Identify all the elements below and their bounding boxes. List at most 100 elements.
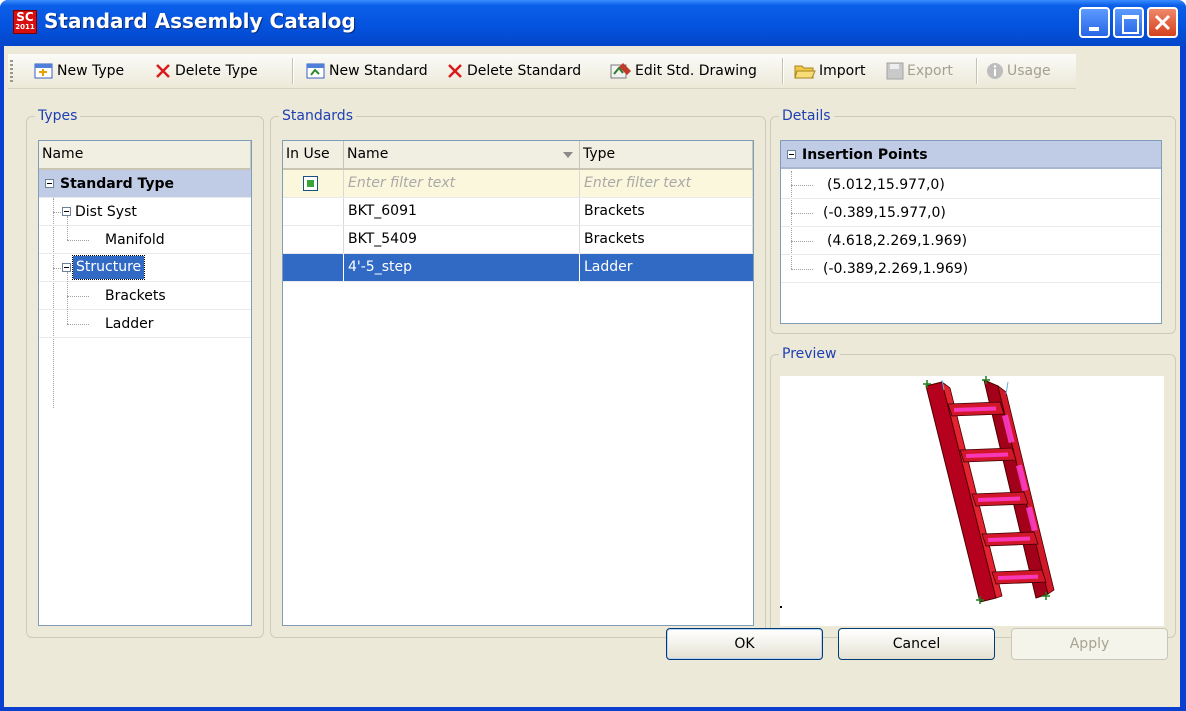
- new-type-label: New Type: [57, 63, 125, 79]
- preview-canvas[interactable]: [780, 376, 1164, 626]
- name-cell: BKT_6091: [344, 198, 580, 225]
- in-use-cell[interactable]: [283, 226, 344, 253]
- usage-button[interactable]: Usage: [986, 59, 1051, 83]
- filter-name-input[interactable]: Enter filter text: [344, 170, 580, 197]
- types-name-column[interactable]: Name: [39, 141, 251, 168]
- new-standard-label: New Standard: [329, 63, 428, 79]
- collapse-icon[interactable]: [787, 149, 796, 159]
- app-icon-text: SC: [16, 10, 34, 24]
- toolbar-grip[interactable]: [10, 60, 13, 82]
- import-label: Import: [819, 63, 866, 79]
- tree-item-manifold[interactable]: Manifold: [39, 216, 251, 254]
- filter-in-use-cell[interactable]: [283, 170, 344, 197]
- delete-icon: [448, 64, 462, 78]
- tree-item-label: Manifold: [105, 232, 165, 248]
- collapse-icon[interactable]: [45, 178, 54, 188]
- ladder-preview-image: [780, 376, 1055, 608]
- table-row-selected[interactable]: 4'-5_step Ladder: [283, 254, 753, 282]
- tree-connector: [791, 213, 813, 214]
- tree-root-label: Standard Type: [60, 176, 174, 192]
- section-label: Insertion Points: [802, 147, 928, 163]
- cancel-button[interactable]: Cancel: [838, 628, 995, 660]
- details-group-label: Details: [782, 108, 831, 124]
- filter-checkbox[interactable]: [303, 176, 318, 191]
- close-button[interactable]: [1147, 7, 1178, 38]
- dialog-client: New Type Delete Type New Standard Delete…: [4, 46, 1180, 707]
- tree-connector: [67, 240, 89, 241]
- delete-icon: [156, 64, 170, 78]
- types-tree[interactable]: Name Standard Type Dist Syst Manifold St…: [38, 140, 252, 626]
- new-type-button[interactable]: New Type: [34, 59, 124, 83]
- app-icon-year: 2011: [15, 23, 35, 31]
- tree-item-dist-syst[interactable]: Dist Syst: [39, 198, 251, 226]
- table-row[interactable]: BKT_5409 Brackets: [283, 226, 753, 254]
- maximize-button[interactable]: [1113, 7, 1144, 38]
- tree-item-label: Structure: [71, 255, 146, 280]
- usage-label: Usage: [1007, 63, 1051, 79]
- type-cell: Ladder: [584, 259, 633, 275]
- filter-type-input[interactable]: Enter filter text: [580, 170, 753, 197]
- tree-connector: [791, 185, 813, 186]
- name-cell: BKT_5409: [344, 226, 580, 253]
- name-cell: 4'-5_step: [344, 254, 580, 281]
- name-column-label: Name: [347, 146, 389, 162]
- main-window: SC 2011 Standard Assembly Catalog New Ty…: [0, 0, 1186, 711]
- tree-item-structure[interactable]: Structure: [39, 254, 251, 282]
- in-use-cell[interactable]: [283, 254, 344, 281]
- list-item[interactable]: (-0.389,15.977,0): [781, 199, 1161, 227]
- point-value: (5.012,15.977,0): [827, 177, 945, 193]
- name-column[interactable]: Name: [344, 141, 580, 168]
- tree-item-label: Brackets: [105, 288, 166, 304]
- delete-standard-label: Delete Standard: [467, 63, 582, 79]
- apply-button[interactable]: Apply: [1011, 628, 1168, 660]
- list-item[interactable]: (4.618,2.269,1.969): [781, 227, 1161, 255]
- insertion-points-section[interactable]: Insertion Points: [781, 141, 1161, 169]
- toolbar-separator: [292, 58, 294, 84]
- in-use-cell[interactable]: [283, 198, 344, 225]
- types-group-label: Types: [38, 108, 78, 124]
- delete-type-button[interactable]: Delete Type: [154, 59, 258, 83]
- tree-item-label: Ladder: [105, 316, 154, 332]
- import-button[interactable]: Import: [794, 59, 865, 83]
- save-icon: [886, 62, 904, 80]
- tree-connector: [791, 241, 813, 242]
- point-value: (4.618,2.269,1.969): [827, 233, 968, 249]
- type-cell: Brackets: [580, 226, 753, 253]
- minimize-button[interactable]: [1079, 7, 1110, 38]
- preview-group-label: Preview: [782, 346, 837, 362]
- list-item[interactable]: (-0.389,2.269,1.969): [781, 255, 1161, 283]
- tree-item-ladder[interactable]: Ladder: [39, 310, 251, 338]
- delete-type-label: Delete Type: [175, 63, 258, 79]
- toolbar-separator: [782, 58, 784, 84]
- type-column[interactable]: Type: [580, 141, 753, 168]
- edit-drawing-label: Edit Std. Drawing: [635, 63, 757, 79]
- collapse-icon[interactable]: [62, 207, 71, 216]
- type-cell: Brackets: [580, 198, 753, 225]
- in-use-column[interactable]: In Use: [283, 141, 344, 168]
- standards-grid[interactable]: In Use Name Type Enter filter text Enter…: [282, 140, 754, 626]
- standards-group-label: Standards: [282, 108, 353, 124]
- tree-item-label: Dist Syst: [75, 204, 137, 220]
- point-value: (-0.389,2.269,1.969): [823, 261, 969, 277]
- new-standard-icon: [306, 63, 325, 79]
- collapse-icon[interactable]: [62, 263, 71, 272]
- tree-connector: [67, 324, 89, 325]
- tree-root-standard-type[interactable]: Standard Type: [39, 170, 251, 198]
- details-tree[interactable]: Insertion Points (5.012,15.977,0) (-0.38…: [780, 140, 1162, 324]
- export-button[interactable]: Export: [886, 59, 953, 83]
- point-value: (-0.389,15.977,0): [823, 205, 946, 221]
- title-bar[interactable]: SC 2011 Standard Assembly Catalog: [0, 0, 1186, 46]
- standards-header: In Use Name Type: [283, 141, 753, 170]
- delete-standard-button[interactable]: Delete Standard: [446, 59, 581, 83]
- info-icon: [987, 63, 1003, 79]
- table-row[interactable]: BKT_6091 Brackets: [283, 198, 753, 226]
- new-standard-button[interactable]: New Standard: [306, 59, 428, 83]
- toolbar: New Type Delete Type New Standard Delete…: [8, 54, 1076, 89]
- export-label: Export: [907, 63, 953, 79]
- tree-item-brackets[interactable]: Brackets: [39, 272, 251, 324]
- edit-drawing-button[interactable]: Edit Std. Drawing: [610, 59, 757, 83]
- ok-button[interactable]: OK: [666, 628, 823, 660]
- tree-connector: [67, 216, 68, 240]
- toolbar-separator: [976, 58, 978, 84]
- list-item[interactable]: (5.012,15.977,0): [781, 171, 1161, 199]
